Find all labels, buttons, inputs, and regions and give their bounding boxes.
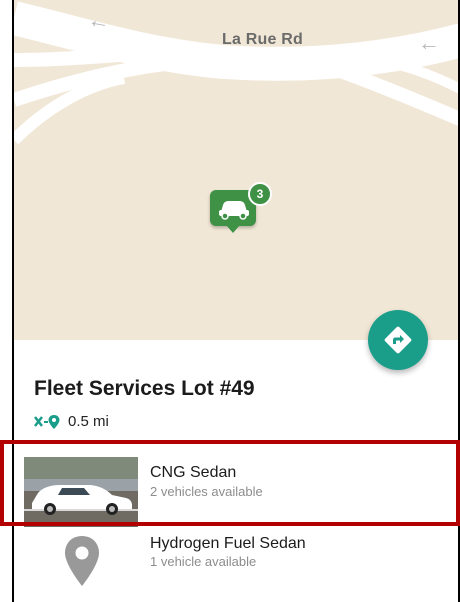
place-icon bbox=[65, 536, 99, 586]
location-title: Fleet Services Lot #49 bbox=[34, 377, 255, 400]
car-photo-illustration bbox=[24, 457, 138, 527]
vehicle-list-item[interactable]: Hydrogen Fuel Sedan 1 vehicle available bbox=[14, 528, 458, 598]
one-way-arrow-icon: ← bbox=[418, 30, 440, 55]
directions-icon bbox=[384, 326, 412, 354]
map-view[interactable]: ← La Rue Rd ← 3 bbox=[14, 0, 458, 340]
vehicle-availability: 1 vehicle available bbox=[150, 554, 257, 569]
directions-button[interactable] bbox=[368, 310, 428, 370]
distance-icon bbox=[34, 414, 60, 429]
vehicle-list-item[interactable]: CNG Sedan 2 vehicles available bbox=[14, 457, 458, 527]
road-label: La Rue Rd bbox=[222, 31, 303, 48]
map-roads bbox=[14, 1, 458, 145]
vehicle-name: Hydrogen Fuel Sedan bbox=[150, 535, 306, 552]
one-way-arrow-icon: ← bbox=[86, 6, 113, 35]
marker-count-badge: 3 bbox=[248, 182, 272, 206]
distance-value: 0.5 mi bbox=[68, 413, 109, 430]
distance-row: 0.5 mi bbox=[34, 413, 109, 430]
vehicle-name: CNG Sedan bbox=[150, 464, 237, 481]
vehicle-availability: 2 vehicles available bbox=[150, 484, 263, 499]
app-frame: ← La Rue Rd ← 3 Fleet Services Lot #49 0… bbox=[12, 0, 460, 602]
car-photo bbox=[24, 457, 138, 527]
